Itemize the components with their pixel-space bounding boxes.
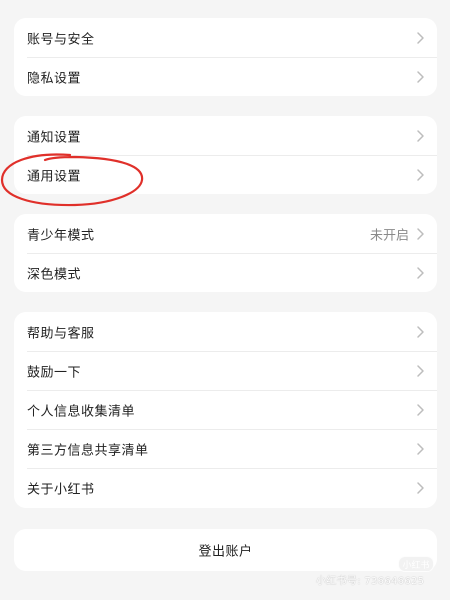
teen-mode-label: 青少年模式 bbox=[27, 228, 95, 243]
encourage-label: 鼓励一下 bbox=[27, 365, 82, 380]
notification-settings-row[interactable]: 通知设置 bbox=[14, 116, 437, 155]
teen-mode-status: 未开启 bbox=[369, 228, 409, 243]
watermark-logo-text: 小红书 bbox=[402, 560, 430, 571]
personal-info-list-label: 个人信息收集清单 bbox=[27, 404, 136, 419]
help-support-label: 帮助与客服 bbox=[27, 326, 95, 341]
settings-group-account: 账号与安全 隐私设置 bbox=[14, 18, 437, 96]
general-settings-label: 通用设置 bbox=[27, 169, 82, 184]
watermark-text: 小红书号: 736646625 bbox=[316, 576, 425, 587]
settings-group-help: 帮助与客服 鼓励一下 个人信息收集清单 第三方信息共享清单 关于小红书 bbox=[14, 312, 437, 508]
account-security-label: 账号与安全 bbox=[27, 32, 95, 47]
chevron-right-icon bbox=[417, 168, 424, 181]
encourage-row[interactable]: 鼓励一下 bbox=[14, 351, 437, 390]
chevron-right-icon bbox=[417, 227, 424, 240]
account-security-row[interactable]: 账号与安全 bbox=[14, 18, 437, 57]
settings-group-notifications: 通知设置 通用设置 bbox=[14, 116, 437, 194]
privacy-settings-label: 隐私设置 bbox=[27, 71, 82, 86]
chevron-right-icon bbox=[417, 70, 424, 83]
teen-mode-row[interactable]: 青少年模式 未开启 bbox=[14, 214, 437, 253]
settings-group-display: 青少年模式 未开启 深色模式 bbox=[14, 214, 437, 292]
chevron-right-icon bbox=[417, 442, 424, 455]
chevron-right-icon bbox=[417, 325, 424, 338]
about-row[interactable]: 关于小红书 bbox=[14, 468, 437, 507]
third-party-sharing-row[interactable]: 第三方信息共享清单 bbox=[14, 429, 437, 468]
third-party-sharing-label: 第三方信息共享清单 bbox=[27, 443, 149, 458]
logout-label: 登出账户 bbox=[198, 544, 253, 560]
chevron-right-icon bbox=[417, 31, 424, 44]
chevron-right-icon bbox=[417, 481, 424, 494]
logout-button[interactable]: 登出账户 bbox=[14, 529, 437, 571]
personal-info-list-row[interactable]: 个人信息收集清单 bbox=[14, 390, 437, 429]
chevron-right-icon bbox=[417, 266, 424, 279]
chevron-right-icon bbox=[417, 364, 424, 377]
about-label: 关于小红书 bbox=[27, 482, 95, 497]
chevron-right-icon bbox=[417, 403, 424, 416]
notification-settings-label: 通知设置 bbox=[27, 130, 82, 145]
watermark-logo: 小红书 bbox=[398, 556, 434, 572]
dark-mode-label: 深色模式 bbox=[27, 267, 82, 282]
help-support-row[interactable]: 帮助与客服 bbox=[14, 312, 437, 351]
privacy-settings-row[interactable]: 隐私设置 bbox=[14, 57, 437, 96]
chevron-right-icon bbox=[417, 129, 424, 142]
general-settings-row[interactable]: 通用设置 bbox=[14, 155, 437, 194]
dark-mode-row[interactable]: 深色模式 bbox=[14, 253, 437, 292]
